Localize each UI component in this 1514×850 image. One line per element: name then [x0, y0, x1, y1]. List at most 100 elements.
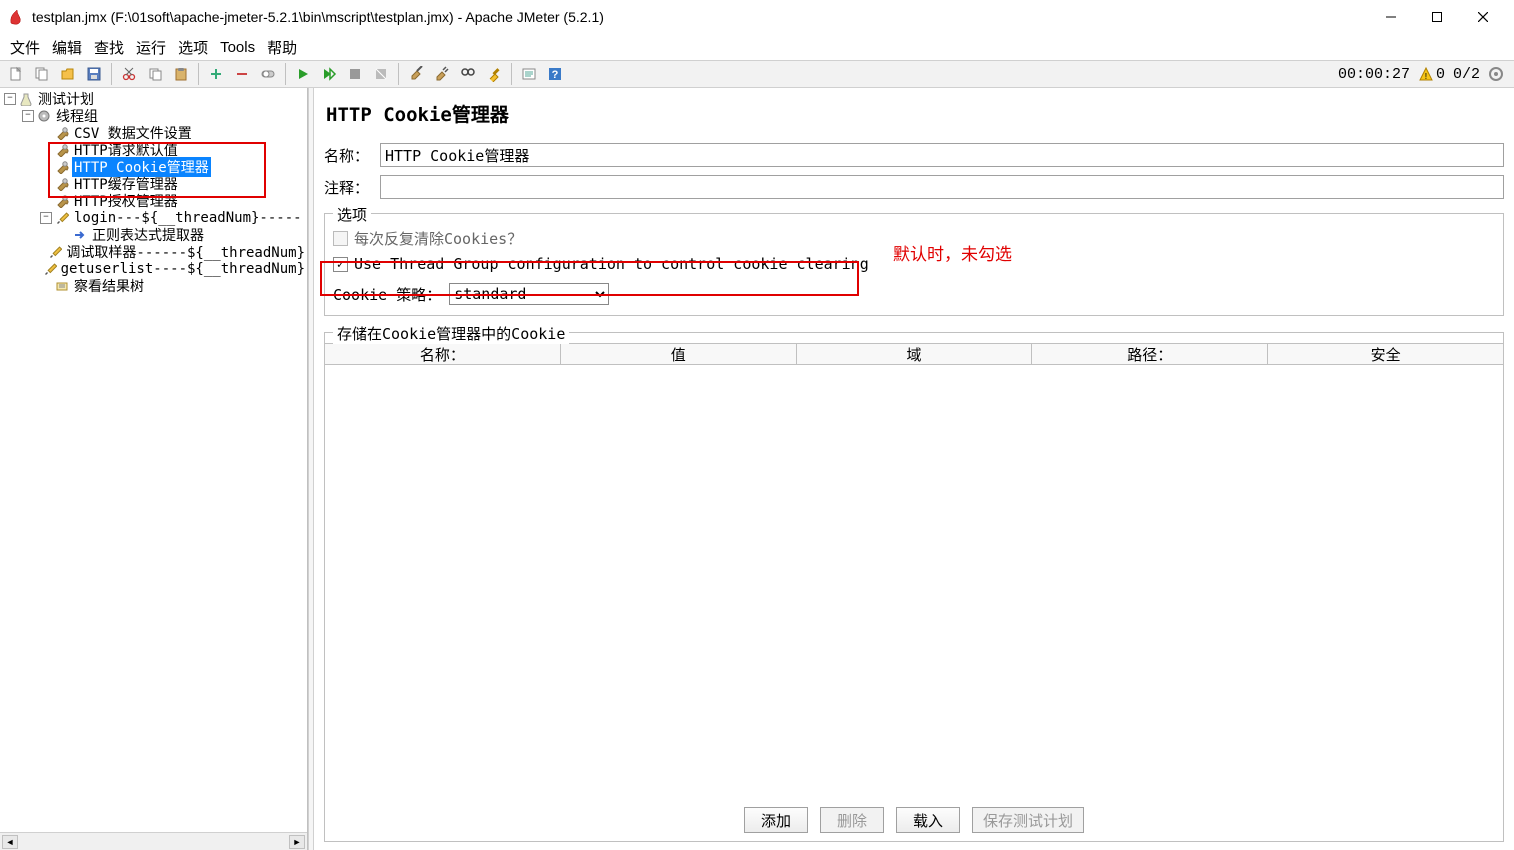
use-threadgroup-label: Use Thread Group configuration to contro…	[354, 255, 869, 273]
comment-label: 注释：	[324, 177, 380, 198]
scroll-left-icon[interactable]: ◄	[2, 835, 18, 849]
stop-icon[interactable]	[343, 62, 367, 86]
clearall-icon[interactable]	[430, 62, 454, 86]
cookie-table-body[interactable]	[325, 365, 1503, 799]
tree-node-label: HTTP授权管理器	[72, 191, 180, 211]
config-panel: HTTP Cookie管理器 名称： 注释： 选项 每次反复清除Cookies？…	[314, 88, 1514, 850]
reset-search-icon[interactable]	[482, 62, 506, 86]
tree-node[interactable]: HTTP请求默认值	[0, 141, 307, 158]
warning-badge: ! 0	[1418, 66, 1445, 83]
tree-node-label: 察看结果树	[72, 276, 146, 296]
name-label: 名称：	[324, 145, 380, 166]
tree-node-label: 调试取样器------${__threadNum}	[64, 242, 307, 262]
options-legend: 选项	[333, 204, 371, 225]
templates-icon[interactable]	[30, 62, 54, 86]
th-secure[interactable]: 安全	[1268, 344, 1503, 364]
start-icon[interactable]	[291, 62, 315, 86]
cookie-policy-row: Cookie 策略： standard	[333, 283, 1495, 305]
scroll-right-icon[interactable]: ►	[289, 835, 305, 849]
tree-node[interactable]: getuserlist----${__threadNum}	[0, 260, 307, 277]
comment-row: 注释：	[324, 175, 1504, 199]
window-controls	[1368, 2, 1506, 32]
maximize-button[interactable]	[1414, 2, 1460, 32]
menu-edit[interactable]: 编辑	[48, 35, 86, 60]
tree-node[interactable]: CSV 数据文件设置	[0, 124, 307, 141]
menu-help[interactable]: 帮助	[263, 35, 301, 60]
cut-icon[interactable]	[117, 62, 141, 86]
tree-toggle[interactable]: −	[40, 212, 52, 224]
pencil-icon	[43, 262, 57, 276]
tree-toggle[interactable]: −	[22, 110, 34, 122]
add-button[interactable]: 添加	[744, 807, 808, 833]
tree-node[interactable]: HTTP缓存管理器	[0, 175, 307, 192]
minimize-button[interactable]	[1368, 2, 1414, 32]
cookie-table-header: 名称： 值 域 路径： 安全	[325, 343, 1503, 365]
paste-icon[interactable]	[169, 62, 193, 86]
clear-each-label: 每次反复清除Cookies？	[354, 228, 522, 249]
tree-node[interactable]: −测试计划	[0, 90, 307, 107]
wrench-icon	[54, 126, 70, 140]
tree-horizontal-scrollbar[interactable]: ◄ ►	[0, 832, 307, 850]
name-input[interactable]	[380, 143, 1504, 167]
close-button[interactable]	[1460, 2, 1506, 32]
wrench-icon	[54, 160, 70, 174]
titlebar: testplan.jmx (F:\01soft\apache-jmeter-5.…	[0, 0, 1514, 34]
gear-icon	[36, 109, 52, 123]
tree-node[interactable]: 察看结果树	[0, 277, 307, 294]
tree-toggle[interactable]: −	[4, 93, 16, 105]
cookie-policy-select[interactable]: standard	[449, 283, 609, 305]
cookie-storage-legend: 存储在Cookie管理器中的Cookie	[333, 323, 569, 344]
thread-count: 0/2	[1453, 66, 1480, 83]
tree-node[interactable]: 正则表达式提取器	[0, 226, 307, 243]
th-domain[interactable]: 域	[797, 344, 1033, 364]
copy-icon[interactable]	[143, 62, 167, 86]
use-threadgroup-checkbox[interactable]: ✓	[333, 257, 348, 272]
expand-icon[interactable]	[204, 62, 228, 86]
wrench-icon	[54, 194, 70, 208]
tree-pane: −测试计划−线程组CSV 数据文件设置HTTP请求默认值HTTP Cookie管…	[0, 88, 308, 850]
save-icon[interactable]	[82, 62, 106, 86]
new-icon[interactable]	[4, 62, 28, 86]
shutdown-icon[interactable]	[369, 62, 393, 86]
menu-file[interactable]: 文件	[6, 35, 44, 60]
menu-run[interactable]: 运行	[132, 35, 170, 60]
main-area: −测试计划−线程组CSV 数据文件设置HTTP请求默认值HTTP Cookie管…	[0, 88, 1514, 850]
test-plan-tree[interactable]: −测试计划−线程组CSV 数据文件设置HTTP请求默认值HTTP Cookie管…	[0, 88, 307, 832]
wrench-icon	[54, 177, 70, 191]
arrow-icon	[72, 228, 88, 242]
help-icon[interactable]: ?	[543, 62, 567, 86]
clear-icon[interactable]	[404, 62, 428, 86]
clear-each-checkbox[interactable]	[333, 231, 348, 246]
panel-title: HTTP Cookie管理器	[326, 100, 1504, 127]
comment-input[interactable]	[380, 175, 1504, 199]
open-icon[interactable]	[56, 62, 80, 86]
tree-node[interactable]: HTTP Cookie管理器	[0, 158, 307, 175]
tree-node[interactable]: − login---${__threadNum}-----	[0, 209, 307, 226]
warning-icon: !	[1418, 66, 1434, 82]
annotation-text: 默认时，未勾选	[893, 240, 1012, 265]
cookie-buttons: 添加 删除 载入 保存测试计划	[325, 799, 1503, 841]
menu-tools[interactable]: Tools	[216, 37, 259, 58]
save-button[interactable]: 保存测试计划	[972, 807, 1084, 833]
menu-search[interactable]: 查找	[90, 35, 128, 60]
toggle-icon[interactable]	[256, 62, 280, 86]
function-helper-icon[interactable]	[517, 62, 541, 86]
svg-text:!: !	[1423, 72, 1428, 82]
tree-node-label: getuserlist----${__threadNum}	[59, 261, 307, 277]
tree-node[interactable]: 调试取样器------${__threadNum}	[0, 243, 307, 260]
tree-node-label: login---${__threadNum}-----	[72, 210, 304, 226]
search-icon[interactable]	[456, 62, 480, 86]
flask-icon	[18, 92, 34, 106]
collapse-icon[interactable]	[230, 62, 254, 86]
pencil-icon	[54, 211, 70, 225]
th-name[interactable]: 名称：	[325, 344, 561, 364]
th-value[interactable]: 值	[561, 344, 797, 364]
tree-node[interactable]: HTTP授权管理器	[0, 192, 307, 209]
menu-options[interactable]: 选项	[174, 35, 212, 60]
start-notimers-icon[interactable]	[317, 62, 341, 86]
running-indicator-icon	[1488, 66, 1504, 82]
th-path[interactable]: 路径：	[1032, 344, 1268, 364]
delete-button[interactable]: 删除	[820, 807, 884, 833]
load-button[interactable]: 载入	[896, 807, 960, 833]
tree-node[interactable]: −线程组	[0, 107, 307, 124]
